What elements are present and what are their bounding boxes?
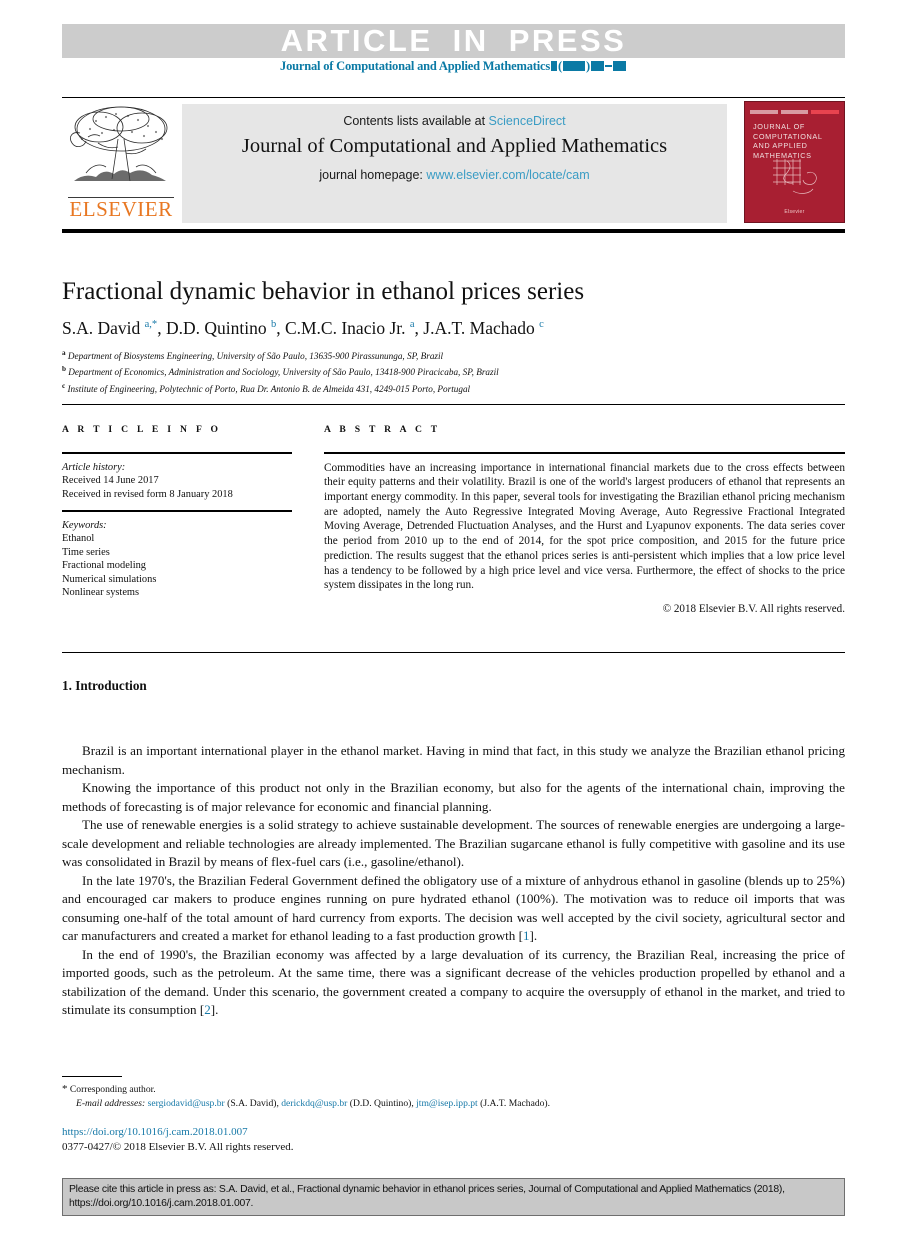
affiliation-item: a Department of Biosystems Engineering, … (62, 349, 444, 362)
keyword-item: Ethanol (62, 533, 95, 545)
keywords-block: Keywords: Ethanol Time series Fractional… (62, 519, 292, 600)
abstract-bottom-rule (62, 652, 845, 653)
cover-bar-seg-1 (750, 109, 778, 114)
article-in-press-label: ARTICLE IN PRESS (280, 23, 627, 58)
keyword-item: Nonlinear systems (62, 587, 140, 599)
corresponding-author-note: * Corresponding author. (62, 1083, 845, 1097)
elsevier-tree-icon (70, 106, 168, 182)
keywords-label: Keywords: (62, 519, 107, 531)
article-history-line-0: Received 14 June 2017 (62, 475, 159, 487)
journal-running-head-title: Journal of Computational and Applied Mat… (280, 59, 550, 73)
cover-title-text: JOURNAL OF COMPUTATIONAL AND APPLIED MAT… (753, 122, 823, 160)
masthead-bottom-rule (62, 229, 845, 233)
affiliation-item: b Department of Economics, Administratio… (62, 365, 499, 378)
paper-page: ARTICLE IN PRESS Journal of Computationa… (0, 0, 907, 1238)
journal-homepage-line: journal homepage: www.elsevier.com/locat… (182, 168, 727, 182)
affiliation-item: c Institute of Engineering, Polytechnic … (62, 381, 471, 394)
email-link[interactable]: derickdq@usp.br (281, 1098, 347, 1109)
journal-masthead: ELSEVIER Contents lists available at Sci… (62, 101, 845, 223)
masthead-top-rule (62, 97, 845, 98)
redacted-year-box (562, 61, 585, 71)
elsevier-logo: ELSEVIER (62, 101, 180, 223)
redacted-volume-box (551, 61, 557, 71)
cite-this-article-box: Please cite this article in press as: S.… (62, 1178, 845, 1216)
cover-artwork-icon (773, 159, 817, 194)
section-heading-introduction: 1. Introduction (62, 678, 147, 693)
introduction-body: Brazil is an important international pla… (62, 742, 845, 1020)
paragraph: The use of renewable energies is a solid… (62, 817, 845, 869)
abstract-heading: A B S T R A C T (324, 424, 441, 435)
affiliation-marker: a (62, 349, 66, 357)
journal-running-head: Journal of Computational and Applied Mat… (62, 59, 845, 74)
journal-homepage-prefix: journal homepage: (319, 168, 427, 182)
abstract-rule (324, 452, 845, 454)
article-history-label: Article history: (62, 461, 126, 473)
author-list: S.A. David a,*, D.D. Quintino b, C.M.C. … (62, 318, 544, 338)
affiliation-list: a Department of Biosystems Engineering, … (62, 347, 845, 396)
affiliation-marker: b (62, 365, 66, 374)
masthead-center-panel: Contents lists available at ScienceDirec… (182, 104, 727, 223)
journal-cover-thumbnail: JOURNAL OF COMPUTATIONAL AND APPLIED MAT… (744, 101, 845, 223)
paren-close: ) (585, 59, 590, 73)
redacted-page-start-box (590, 61, 604, 71)
footnote-separator-rule (62, 1076, 122, 1078)
elsevier-wordmark: ELSEVIER (69, 197, 173, 221)
paragraph: In the late 1970's, the Brazilian Federa… (62, 872, 845, 944)
abstract-column: A B S T R A C T Commodities have an incr… (324, 424, 845, 615)
article-in-press-banner: ARTICLE IN PRESS (62, 23, 845, 58)
sciencedirect-link[interactable]: ScienceDirect (489, 114, 566, 128)
keyword-item: Fractional modeling (62, 560, 146, 572)
cover-footer-text: Elsevier (784, 209, 805, 215)
article-info-column: A R T I C L E I N F O Article history: R… (62, 424, 292, 600)
paragraph: In the end of 1990's, the Brazilian econ… (62, 946, 845, 1018)
cover-bar-seg-3 (811, 109, 840, 114)
email-link[interactable]: sergiodavid@usp.br (148, 1098, 225, 1109)
article-info-heading: A R T I C L E I N F O (62, 424, 222, 435)
doi-link[interactable]: https://doi.org/10.1016/j.cam.2018.01.00… (62, 1126, 248, 1138)
corresponding-author-marker: * (62, 1083, 68, 1095)
keyword-item: Numerical simulations (62, 573, 157, 585)
paragraph: Knowing the importance of this product n… (62, 780, 845, 814)
affiliation-marker: c (62, 381, 66, 390)
contents-lists-prefix: Contents lists available at (343, 114, 489, 128)
cover-bar-seg-2 (780, 109, 809, 114)
cover-top-bar (750, 107, 840, 116)
citation-link[interactable]: 1 (523, 928, 530, 943)
email-addresses-label: E-mail addresses: (76, 1097, 146, 1109)
contents-lists-line: Contents lists available at ScienceDirec… (182, 114, 727, 128)
redacted-page-end-box (612, 61, 626, 71)
email-addresses-values: sergiodavid@usp.br (S.A. David), derickd… (147, 1097, 551, 1109)
keyword-item: Time series (62, 546, 110, 558)
article-history-block: Article history: Received 14 June 2017 R… (62, 461, 292, 502)
corresponding-author-text: Corresponding author. (69, 1084, 156, 1095)
page-range-dash (604, 65, 612, 67)
article-info-rule-2 (62, 510, 292, 512)
citation-link[interactable]: 2 (204, 1002, 211, 1017)
paragraph: Brazil is an important international pla… (62, 743, 845, 777)
page-title: Fractional dynamic behavior in ethanol p… (62, 278, 585, 305)
journal-title: Journal of Computational and Applied Mat… (241, 135, 668, 157)
abstract-copyright: © 2018 Elsevier B.V. All rights reserved… (662, 602, 845, 615)
article-info-rule-1 (62, 452, 292, 454)
issn-copyright-line: 0377-0427/© 2018 Elsevier B.V. All right… (62, 1141, 294, 1153)
abstract-body: Commodities have an increasing importanc… (324, 461, 845, 592)
footnote-block: * Corresponding author. E-mail addresses… (62, 1083, 845, 1110)
article-history-line-1: Received in revised form 8 January 2018 (62, 488, 233, 500)
journal-homepage-link[interactable]: www.elsevier.com/locate/cam (426, 168, 589, 182)
email-addresses-note: E-mail addresses: sergiodavid@usp.br (S.… (62, 1097, 845, 1111)
email-link[interactable]: jtm@isep.ipp.pt (416, 1098, 478, 1109)
paren-open: ( (558, 59, 562, 73)
info-top-rule (62, 404, 845, 405)
